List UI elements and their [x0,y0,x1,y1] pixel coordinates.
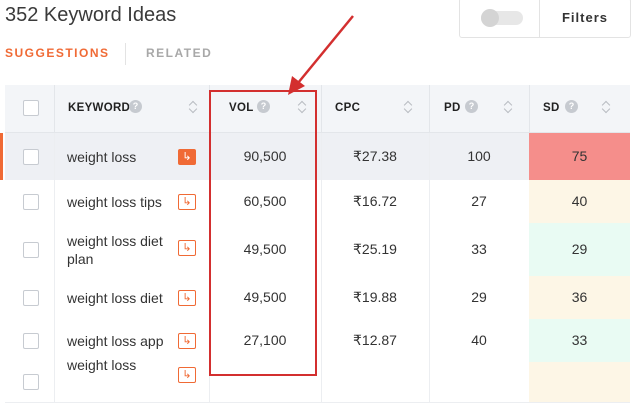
annotation-arrow [288,15,354,95]
